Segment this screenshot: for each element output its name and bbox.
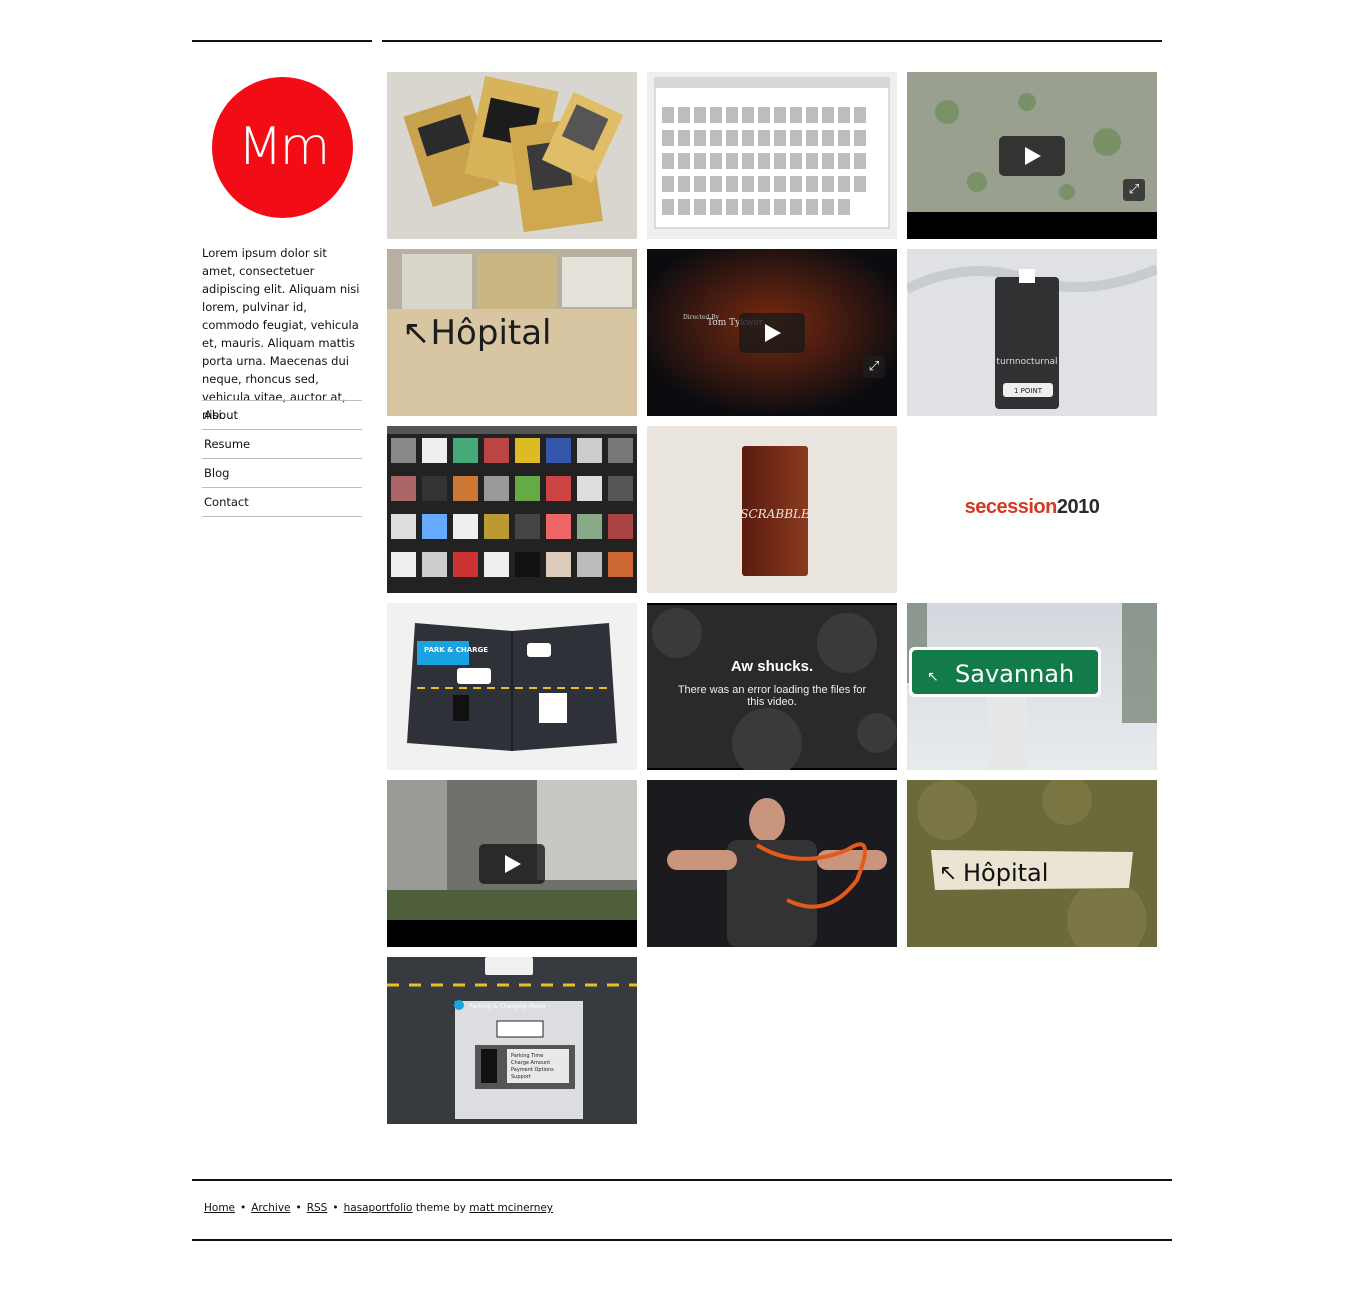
portfolio-tile-hopital-newspaper[interactable]: ↖Hôpital — [387, 249, 637, 416]
portfolio-tile-parking-meter[interactable]: Parking & Charging Meter Parking Time Ch… — [387, 957, 637, 1124]
parking-meter-photo: Parking & Charging Meter Parking Time Ch… — [387, 957, 637, 1124]
meter-title: Parking & Charging Meter — [469, 1003, 547, 1010]
footer-archive-link[interactable]: Archive — [251, 1202, 290, 1214]
nav-contact[interactable]: Contact — [202, 488, 362, 517]
tag-text: turnnocturnal — [996, 357, 1057, 367]
meter-item-2: Charge Amount — [511, 1060, 550, 1066]
meter-item-4: Support — [511, 1074, 531, 1080]
footer-home-link[interactable]: Home — [204, 1202, 235, 1214]
nav-resume[interactable]: Resume — [202, 430, 362, 459]
footer-separator: • — [295, 1202, 302, 1214]
hopital-grass-photo: ↖ Hôpital — [907, 780, 1157, 947]
footer-separator: • — [332, 1202, 339, 1214]
hopital-newspaper-photo: ↖Hôpital — [387, 249, 637, 416]
savannah-sign-text: Savannah — [955, 660, 1074, 688]
meter-item-3: Payment Options — [511, 1067, 554, 1073]
footer-rule-top — [192, 1179, 1172, 1181]
man-with-cord-photo — [647, 780, 897, 947]
bio-text: Lorem ipsum dolor sit amet, consectetuer… — [202, 246, 360, 422]
svg-text:↖: ↖ — [939, 861, 957, 886]
portfolio-tile-video-street[interactable] — [387, 780, 637, 947]
portfolio-tile-secession[interactable]: secession2010 — [907, 426, 1157, 593]
site-logo[interactable]: Mm — [212, 77, 353, 218]
portfolio-tile-video-error[interactable]: Aw shucks. There was an error loading th… — [647, 603, 897, 770]
portfolio-tile-scrabble[interactable]: SCRABBLE — [647, 426, 897, 593]
website-screenshot — [647, 72, 897, 239]
portfolio-tile-man-cord[interactable] — [647, 780, 897, 947]
portfolio-tile-savannah[interactable]: ↖ Savannah — [907, 603, 1157, 770]
secession-logo: secession2010 — [964, 496, 1100, 518]
envelopes-photo — [387, 72, 637, 239]
hopital-sign-text: Hôpital — [963, 859, 1048, 887]
portfolio-tile-video-film[interactable]: Directed By Tom Tykwer ⤢ — [647, 249, 897, 416]
fullscreen-icon[interactable]: ⤢ — [863, 356, 885, 378]
top-rule-left — [192, 40, 372, 42]
portfolio-tile-park-charge[interactable]: PARK & CHARGE — [387, 603, 637, 770]
sidebar-nav: About Resume Blog Contact — [202, 400, 362, 517]
play-icon[interactable] — [479, 843, 545, 884]
brochure-label: PARK & CHARGE — [424, 646, 488, 654]
meter-item-1: Parking Time — [511, 1053, 543, 1059]
box-text: SCRABBLE — [740, 507, 810, 521]
portfolio-tile-tag[interactable]: turnnocturnal 1 POINT — [907, 249, 1157, 416]
svg-text:↖Hôpital: ↖Hôpital — [402, 313, 552, 353]
portfolio-tile-video-grass[interactable]: ⤢ — [907, 72, 1157, 239]
svg-text:↖: ↖ — [927, 669, 939, 685]
logo-text: Mm — [237, 116, 331, 177]
album-grid-screenshot — [387, 426, 637, 593]
footer: Home • Archive • RSS • hasaportfolio theme by … — [204, 1202, 553, 1214]
fullscreen-icon[interactable]: ⤢ — [1123, 179, 1145, 201]
play-icon[interactable] — [999, 135, 1065, 176]
footer-separator: • — [240, 1202, 247, 1214]
footer-theme-link[interactable]: hasaportfolio — [344, 1202, 413, 1214]
savannah-sign-photo: ↖ Savannah — [907, 603, 1157, 770]
park-charge-brochure: PARK & CHARGE — [387, 603, 637, 770]
footer-author-link[interactable]: matt mcinerney — [469, 1202, 553, 1214]
portfolio-tile-website[interactable] — [647, 72, 897, 239]
nav-blog[interactable]: Blog — [202, 459, 362, 488]
portfolio-tile-envelopes[interactable] — [387, 72, 637, 239]
nav-about[interactable]: About — [202, 401, 362, 430]
video-error-message: There was an error loading the files for… — [677, 684, 867, 708]
play-icon[interactable] — [739, 312, 805, 353]
video-error-title: Aw shucks. — [730, 658, 814, 675]
footer-rss-link[interactable]: RSS — [307, 1202, 328, 1214]
tag-photo: turnnocturnal 1 POINT — [907, 249, 1157, 416]
portfolio-tile-album-grid[interactable] — [387, 426, 637, 593]
top-rule-right — [382, 40, 1162, 42]
portfolio-tile-hopital-grass[interactable]: ↖ Hôpital — [907, 780, 1157, 947]
scrabble-box-photo: SCRABBLE — [647, 426, 897, 593]
footer-theme-by: theme by — [415, 1202, 466, 1214]
tag-badge: 1 POINT — [1014, 387, 1043, 395]
footer-rule-bottom — [192, 1239, 1172, 1241]
